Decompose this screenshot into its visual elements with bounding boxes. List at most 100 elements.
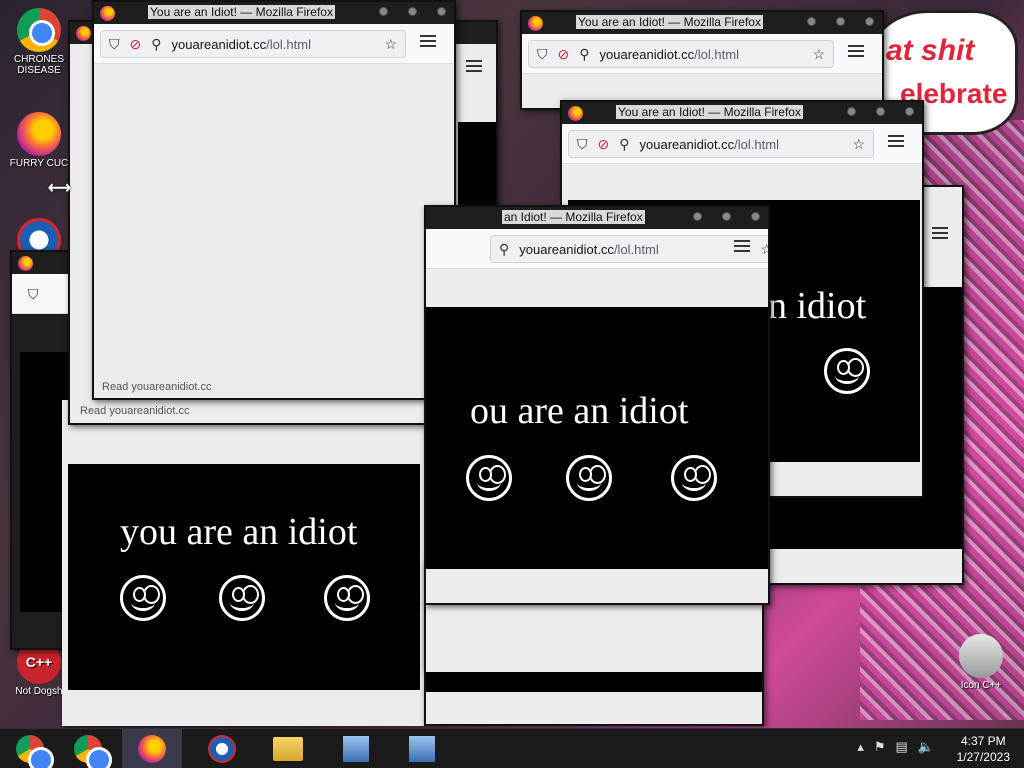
window-controls[interactable]: [807, 17, 874, 26]
page-message: you are an idiot: [120, 511, 358, 553]
shield-icon[interactable]: ⛉: [537, 46, 548, 63]
bookmark-star-icon[interactable]: ☆: [760, 241, 768, 258]
url-path: /lol.html: [613, 241, 659, 257]
taskbar-app-file-explorer[interactable]: [258, 729, 318, 768]
menu-icon[interactable]: [888, 135, 904, 147]
close-button[interactable]: [905, 107, 914, 116]
desktop-icon-firefox[interactable]: FURRY CUC: [2, 112, 76, 169]
permissions-icon[interactable]: ⚲: [619, 136, 629, 153]
desktop-icon-label: Icon C++: [960, 680, 1002, 691]
menu-icon[interactable]: [848, 45, 864, 57]
maximize-button[interactable]: [408, 7, 417, 16]
taskbar-app-installer[interactable]: [392, 729, 452, 768]
shield-icon[interactable]: ⛉: [577, 136, 588, 153]
permissions-icon[interactable]: ⚲: [151, 36, 161, 53]
window-titlebar[interactable]: [12, 252, 68, 274]
firefox-window[interactable]: you are an idiot: [62, 400, 424, 726]
taskbar-app-firefox[interactable]: [122, 729, 182, 768]
window-titlebar[interactable]: an Idiot! — Mozilla Firefox: [426, 207, 768, 229]
taskbar-app-chrome[interactable]: [58, 729, 118, 768]
minimize-button[interactable]: [847, 107, 856, 116]
bookmark-star-icon[interactable]: ☆: [384, 36, 397, 53]
smiley-icon: [671, 455, 717, 501]
url-bar[interactable]: ⛉ ⊘ ⚲ youareanidiot.cc/lol.html ☆: [528, 40, 834, 68]
desktop-icon-recycle-bin[interactable]: Icon C++: [944, 634, 1018, 691]
status-bar: Read youareanidiot.cc: [98, 380, 216, 394]
firefox-icon: [76, 26, 91, 41]
smiley-icon: [120, 575, 166, 621]
smiley-icon: [466, 455, 512, 501]
url-domain: youareanidiot.cc: [519, 241, 614, 257]
taskbar-app-obama[interactable]: [192, 729, 252, 768]
firefox-window[interactable]: You are an Idiot! — Mozilla Firefox ⛉ ⊘ …: [92, 0, 456, 400]
desktop-icon-chrome[interactable]: CHRONES DISEASE: [2, 8, 76, 76]
taskbar: ▴ ⚑ ▤ 🔈 4:37 PM 1/27/2023: [0, 728, 1024, 768]
close-button[interactable]: [865, 17, 874, 26]
permissions-icon[interactable]: ⚲: [499, 241, 509, 258]
chrome-icon: [17, 8, 61, 52]
installer-icon: [343, 736, 369, 762]
menu-icon[interactable]: [932, 227, 948, 239]
network-icon[interactable]: ▤: [896, 739, 908, 755]
url-bar[interactable]: ⛉ ⊘ ⚲ youareanidiot.cc/lol.html ☆: [568, 130, 874, 158]
chrome-icon: [16, 735, 54, 768]
url-path: /lol.html: [694, 46, 739, 62]
firefox-icon: [138, 735, 166, 763]
url-domain: youareanidiot.cc: [599, 46, 695, 62]
lock-insecure-icon[interactable]: ⊘: [598, 136, 610, 153]
window-title: an Idiot! — Mozilla Firefox: [502, 210, 645, 224]
window-titlebar[interactable]: You are an Idiot! — Mozilla Firefox: [522, 12, 882, 34]
browser-toolbar: ⛉ ⊘ ⚲ youareanidiot.cc/lol.html ☆: [94, 24, 454, 64]
window-controls[interactable]: [693, 212, 760, 221]
window-title: You are an Idiot! — Mozilla Firefox: [616, 105, 803, 119]
volume-icon[interactable]: 🔈: [918, 739, 934, 755]
shield-icon[interactable]: ⛉: [28, 286, 39, 303]
maximize-button[interactable]: [876, 107, 885, 116]
lock-insecure-icon[interactable]: ⊘: [558, 46, 570, 63]
system-clock[interactable]: 4:37 PM 1/27/2023: [957, 733, 1010, 765]
page-message: n idiot: [768, 285, 867, 327]
taskbar-app-installer[interactable]: [326, 729, 386, 768]
taskbar-app-chrome-grid[interactable]: [0, 729, 60, 768]
minimize-button[interactable]: [807, 17, 816, 26]
window-titlebar[interactable]: You are an Idiot! — Mozilla Firefox: [94, 2, 454, 24]
bookmark-star-icon[interactable]: ☆: [852, 136, 865, 153]
shield-icon[interactable]: ⛉: [109, 36, 120, 53]
firefox-window[interactable]: [424, 600, 764, 726]
window-titlebar[interactable]: You are an Idiot! — Mozilla Firefox: [562, 102, 922, 124]
browser-toolbar: ⛉: [12, 274, 68, 314]
firefox-icon: [18, 256, 33, 271]
window-controls[interactable]: [379, 7, 446, 16]
status-bar: Read youareanidiot.cc: [76, 404, 194, 418]
url-bar[interactable]: ⚲ youareanidiot.cc/lol.html ☆: [490, 235, 768, 263]
wallpaper-text: at shit: [886, 34, 975, 67]
chevron-up-icon[interactable]: ▴: [857, 739, 864, 755]
firefox-window[interactable]: an Idiot! — Mozilla Firefox ⚲ youareanid…: [424, 205, 770, 605]
smiley-icon: [566, 455, 612, 501]
menu-icon[interactable]: [420, 35, 436, 47]
clock-time: 4:37 PM: [960, 734, 1006, 748]
minimize-button[interactable]: [379, 7, 388, 16]
menu-icon[interactable]: [734, 240, 750, 252]
close-button[interactable]: [437, 7, 446, 16]
maximize-button[interactable]: [836, 17, 845, 26]
lock-insecure-icon[interactable]: ⊘: [130, 36, 142, 53]
maximize-button[interactable]: [722, 212, 731, 221]
firefox-icon: [528, 16, 543, 31]
smiley-icon: [324, 575, 370, 621]
window-controls[interactable]: [847, 107, 914, 116]
url-domain: youareanidiot.cc: [639, 136, 735, 152]
url-bar[interactable]: ⛉ ⊘ ⚲ youareanidiot.cc/lol.html ☆: [100, 30, 406, 58]
firefox-window[interactable]: You are an Idiot! — Mozilla Firefox ⛉ ⊘ …: [520, 10, 884, 110]
permissions-icon[interactable]: ⚲: [579, 46, 589, 63]
minimize-button[interactable]: [693, 212, 702, 221]
flag-icon[interactable]: ⚑: [874, 739, 886, 755]
resize-cursor-icon: ⟷: [48, 180, 71, 197]
chrome-icon: [74, 735, 112, 768]
clock-date: 1/27/2023: [956, 750, 1010, 764]
firefox-window[interactable]: ⛉: [10, 250, 70, 650]
menu-icon[interactable]: [466, 60, 482, 72]
firefox-icon: [568, 106, 583, 121]
close-button[interactable]: [751, 212, 760, 221]
bookmark-star-icon[interactable]: ☆: [812, 46, 825, 63]
